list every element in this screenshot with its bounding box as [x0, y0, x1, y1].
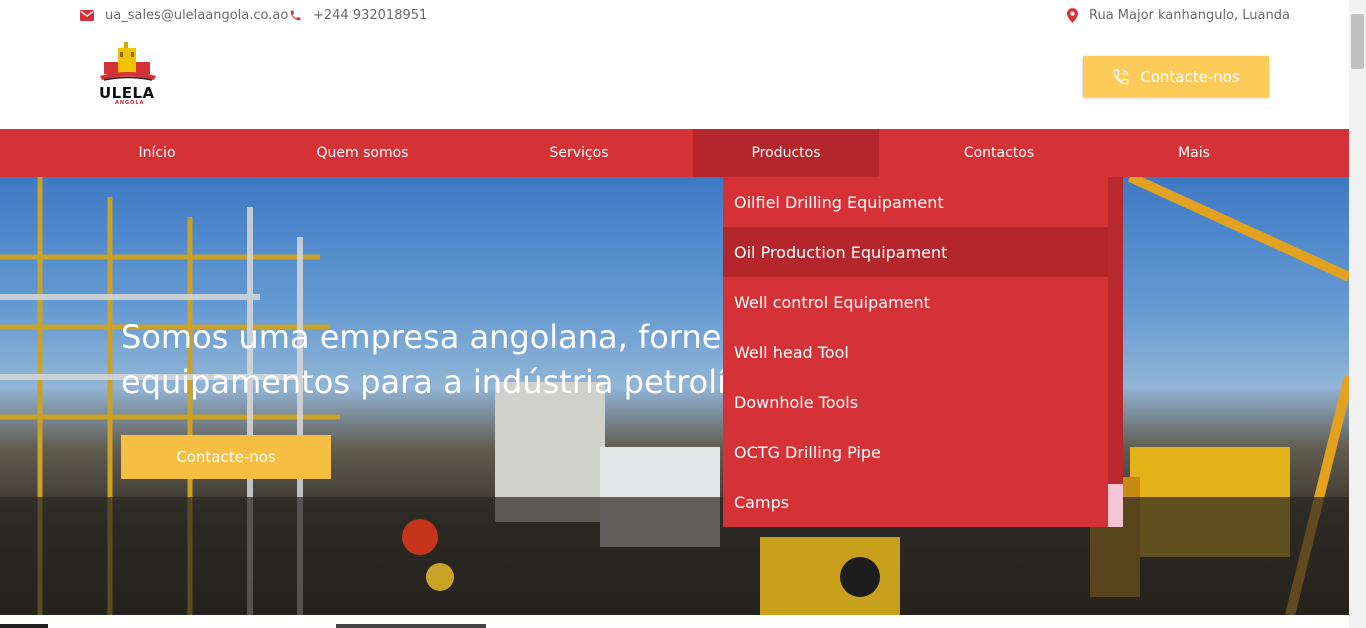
logo-subtext: ANGOLA — [115, 100, 145, 106]
page-scrollbar-thumb[interactable] — [1351, 14, 1364, 69]
nav-item-servicos[interactable]: Serviços — [520, 129, 638, 177]
phone-icon — [290, 10, 301, 21]
phone-ringing-icon — [1113, 69, 1129, 84]
dropdown-item-camps[interactable]: Camps — [723, 477, 1108, 527]
dropdown-scrollbar-track[interactable] — [1108, 177, 1123, 527]
dropdown-item-well-control[interactable]: Well control Equipament — [723, 277, 1108, 327]
main-nav: Início Quem somos Serviços Productos Con… — [0, 129, 1349, 177]
bottom-strip — [0, 615, 1349, 628]
dropdown-item-well-head-tool[interactable]: Well head Tool — [723, 327, 1108, 377]
dropdown-item-oil-production[interactable]: Oil Production Equipament — [723, 227, 1108, 277]
address-link[interactable]: Rua Major kanhangulo, Luanda — [1067, 8, 1290, 23]
hero-contact-button[interactable]: Contacte-nos — [121, 435, 331, 479]
phone-text: +244 932018951 — [313, 8, 428, 23]
nav-item-inicio[interactable]: Início — [104, 129, 210, 177]
dropdown-item-octg-drilling-pipe[interactable]: OCTG Drilling Pipe — [723, 427, 1108, 477]
bottom-indicator-mid — [336, 624, 486, 628]
hero-banner: Somos uma empresa angolana, fornecedora … — [0, 177, 1349, 615]
map-pin-icon — [1067, 8, 1078, 23]
nav-item-quem-somos[interactable]: Quem somos — [294, 129, 431, 177]
header-contact-label: Contacte-nos — [1140, 67, 1240, 86]
page-scrollbar-track[interactable] — [1349, 0, 1366, 628]
nav-item-mais[interactable]: Mais — [1150, 129, 1238, 177]
bottom-indicator-dark — [0, 624, 48, 628]
dropdown-item-oilfiel-drilling[interactable]: Oilfiel Drilling Equipament — [723, 177, 1108, 227]
phone-link[interactable]: +244 932018951 — [289, 8, 427, 23]
top-contact-bar: ua_sales@ulelaangola.co.ao +244 93201895… — [0, 0, 1349, 34]
email-link[interactable]: ua_sales@ulelaangola.co.ao — [80, 8, 288, 23]
envelope-icon — [80, 10, 94, 21]
dropdown-item-downhole-tools[interactable]: Downhole Tools — [723, 377, 1108, 427]
productos-dropdown: Oilfiel Drilling Equipament Oil Producti… — [723, 177, 1123, 527]
address-text: Rua Major kanhangulo, Luanda — [1089, 8, 1290, 23]
email-text: ua_sales@ulelaangola.co.ao — [105, 8, 289, 23]
header-contact-button[interactable]: Contacte-nos — [1083, 56, 1269, 97]
dropdown-scrollbar-thumb[interactable] — [1108, 484, 1123, 527]
nav-item-productos[interactable]: Productos — [693, 129, 879, 177]
nav-item-contactos[interactable]: Contactos — [940, 129, 1058, 177]
